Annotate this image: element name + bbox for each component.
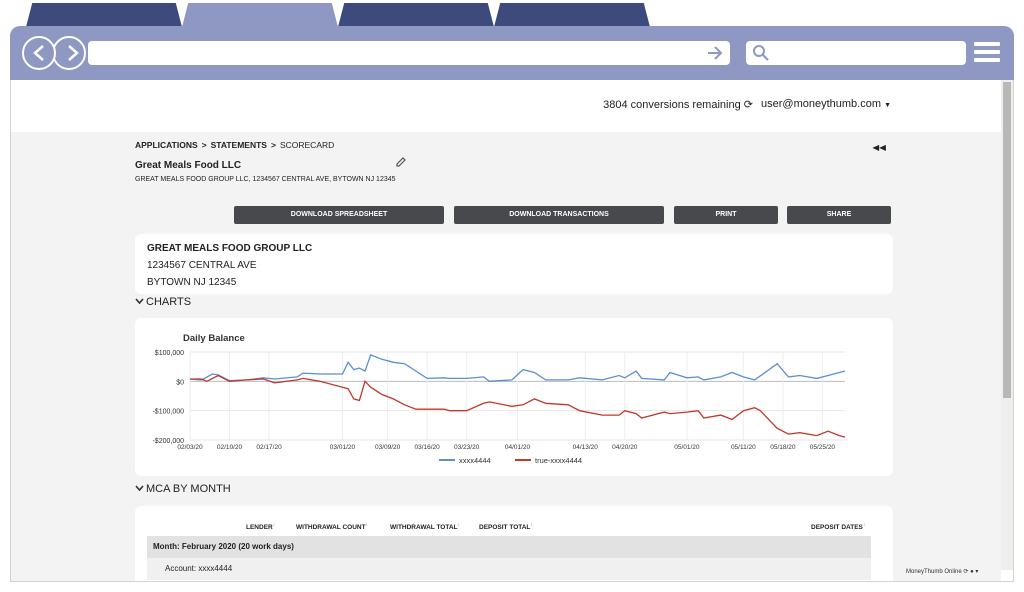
- mca-section-toggle[interactable]: MCA BY MONTH: [135, 483, 231, 495]
- address-card: GREAT MEALS FOOD GROUP LLC 1234567 CENTR…: [135, 234, 893, 294]
- user-menu[interactable]: user@moneythumb.com ▼: [761, 98, 891, 110]
- browser-search-input[interactable]: [746, 41, 966, 65]
- breadcrumb-applications[interactable]: APPLICATIONS: [135, 140, 198, 150]
- x-tick-label: 05/18/20: [770, 444, 796, 451]
- y-tick-label: -$100,000: [152, 409, 184, 416]
- caret-down-icon: ▼: [884, 102, 891, 109]
- browser-tab[interactable]: [494, 3, 650, 27]
- x-tick-label: 02/17/20: [256, 444, 282, 451]
- app-topbar: 3804 conversions remaining ⟳ user@moneyt…: [11, 80, 1001, 132]
- breadcrumb-statements[interactable]: STATEMENTS: [211, 140, 267, 150]
- x-tick-label: 04/20/20: [612, 444, 638, 451]
- x-tick-label: 02/10/20: [217, 444, 243, 451]
- back-button[interactable]: [22, 36, 56, 70]
- column-header-label: LENDER: [246, 524, 273, 532]
- column-header-deposit-total[interactable]: DEPOSIT TOTAL↕: [479, 522, 533, 531]
- breadcrumb-scorecard: SCORECARD: [279, 140, 335, 150]
- conversions-remaining: 3804 conversions remaining ⟳: [603, 98, 753, 111]
- x-tick-label: 05/11/20: [731, 444, 756, 451]
- column-header-label: DEPOSIT DATES: [811, 524, 863, 532]
- company-title: Great Meals Food LLC: [135, 160, 242, 171]
- browser-toolbar: [10, 26, 1014, 80]
- breadcrumb: APPLICATIONS > STATEMENTS > SCORECARD: [135, 140, 334, 150]
- column-header-withdrawal-count[interactable]: WITHDRAWAL COUNT↕: [296, 522, 368, 531]
- mca-table-card: LENDER↕ WITHDRAWAL COUNT↕ WITHDRAWAL TOT…: [135, 506, 893, 581]
- chevron-right-icon: >: [201, 140, 207, 150]
- x-tick-label: 03/16/20: [414, 444, 440, 451]
- forward-button[interactable]: [52, 36, 86, 70]
- column-header-label: DEPOSIT TOTAL: [479, 524, 531, 532]
- hamburger-menu-icon[interactable]: [974, 42, 1000, 64]
- daily-balance-chart-card: Daily Balance $100,000 $0 -$100,000 -$200,00…: [135, 318, 893, 476]
- browser-tab[interactable]: [26, 3, 182, 27]
- page-viewport: 3804 conversions remaining ⟳ user@moneyt…: [10, 80, 1014, 582]
- vertical-scrollbar[interactable]: [1001, 80, 1013, 570]
- x-tick-label: 04/13/20: [573, 444, 599, 451]
- pencil-edit-icon[interactable]: [395, 156, 407, 168]
- x-tick-label: 05/25/20: [810, 444, 836, 451]
- y-tick-label: $0: [176, 379, 184, 386]
- status-bar: MoneyThumb Online ⟳ ● ▾: [906, 568, 978, 575]
- column-header-lender[interactable]: LENDER↕: [246, 522, 275, 531]
- address-street: 1234567 CENTRAL AVE: [147, 260, 257, 271]
- legend-label: true-xxxx4444: [535, 456, 582, 465]
- nav-buttons: [22, 36, 86, 70]
- y-tick-label: $100,000: [155, 350, 184, 357]
- address-city: BYTOWN NJ 12345: [147, 277, 237, 288]
- column-header-withdrawal-total[interactable]: WITHDRAWAL TOTAL↕: [390, 522, 460, 531]
- mca-section-label: MCA BY MONTH: [146, 483, 231, 495]
- refresh-icon[interactable]: ⟳: [744, 99, 753, 111]
- print-button[interactable]: PRINT: [674, 206, 778, 224]
- browser-tab-active[interactable]: [182, 3, 338, 27]
- account-row[interactable]: Account: xxxx4444: [147, 558, 871, 580]
- column-header-label: WITHDRAWAL TOTAL: [390, 524, 458, 532]
- status-bar-label: MoneyThumb Online: [906, 569, 962, 575]
- download-spreadsheet-button[interactable]: DOWNLOAD SPREADSHEET: [234, 206, 444, 224]
- x-tick-label: 04/01/20: [505, 444, 531, 451]
- user-email: user@moneythumb.com: [761, 98, 881, 110]
- company-subtitle: GREAT MEALS FOOD GROUP LLC, 1234567 CENT…: [135, 176, 396, 183]
- address-bar[interactable]: [88, 41, 730, 65]
- x-tick-label: 02/03/20: [177, 444, 203, 451]
- legend-label: xxxx4444: [459, 456, 491, 465]
- charts-section-toggle[interactable]: CHARTS: [135, 296, 191, 308]
- collapse-double-left-icon[interactable]: ◀◀: [872, 143, 886, 152]
- address-name: GREAT MEALS FOOD GROUP LLC: [147, 243, 313, 254]
- conversions-label: 3804 conversions remaining: [603, 99, 741, 111]
- browser-window: 3804 conversions remaining ⟳ user@moneyt…: [0, 0, 1024, 592]
- x-tick-label: 03/01/20: [330, 444, 356, 451]
- chevron-right-icon: [68, 45, 79, 61]
- scrollbar-thumb[interactable]: [1003, 82, 1011, 398]
- column-header-label: WITHDRAWAL COUNT: [296, 524, 366, 532]
- arrow-right-icon[interactable]: [706, 44, 724, 62]
- chevron-left-icon: [33, 45, 44, 61]
- search-icon: [753, 45, 769, 61]
- x-tick-label: 05/01/20: [674, 444, 700, 451]
- chevron-right-icon: >: [270, 140, 276, 150]
- chevron-down-icon: [135, 298, 144, 305]
- status-icons: ⟳ ● ▾: [963, 569, 979, 575]
- column-header-deposit-dates[interactable]: DEPOSIT DATES↕: [811, 522, 865, 531]
- month-group-row[interactable]: Month: February 2020 (20 work days): [147, 536, 871, 558]
- download-transactions-button[interactable]: DOWNLOAD TRANSACTIONS: [454, 206, 664, 224]
- charts-section-label: CHARTS: [146, 296, 192, 308]
- browser-tab[interactable]: [338, 3, 494, 27]
- x-tick-label: 03/09/20: [375, 444, 401, 451]
- daily-balance-chart: Daily Balance$100,000$0-$100,000-$200,00…: [152, 333, 846, 465]
- share-button[interactable]: SHARE: [787, 206, 891, 224]
- chevron-down-icon: [135, 485, 144, 492]
- chart-title: Daily Balance: [183, 333, 245, 344]
- x-tick-label: 03/23/20: [454, 444, 480, 451]
